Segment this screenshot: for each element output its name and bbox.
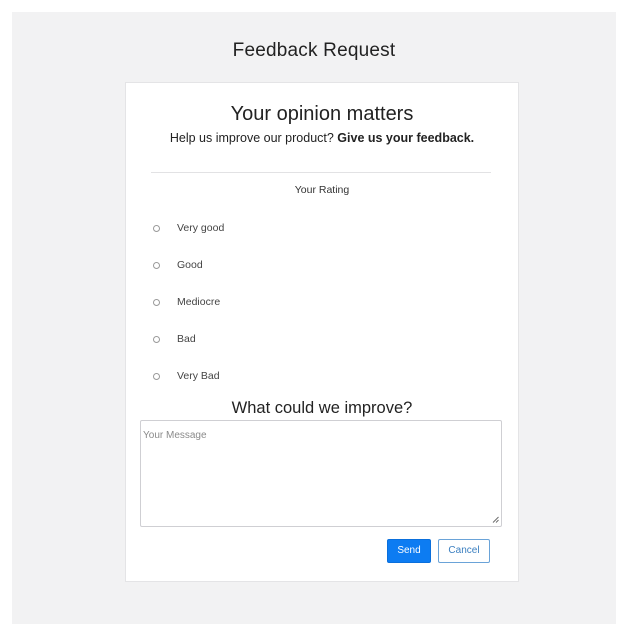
feedback-card: Your opinion matters Help us improve our… <box>125 82 519 582</box>
rating-option-label: Very good <box>177 222 225 234</box>
improve-heading: What could we improve? <box>231 399 413 417</box>
rating-option-label: Good <box>177 259 203 271</box>
subheading-bold-text: Give us your feedback. <box>337 131 475 145</box>
rating-option-good[interactable]: Good <box>153 257 203 273</box>
rating-option-label: Bad <box>177 333 196 345</box>
rating-option-very-bad[interactable]: Very Bad <box>153 368 220 384</box>
page-background: Feedback Request Your opinion matters He… <box>12 12 616 624</box>
message-textarea[interactable] <box>140 420 502 527</box>
rating-option-label: Mediocre <box>177 296 221 308</box>
rating-label: Your Rating <box>294 184 350 196</box>
card-subheading: Help us improve our product? Give us you… <box>166 131 478 146</box>
card-heading: Your opinion matters <box>230 103 414 125</box>
radio-unchecked-icon[interactable] <box>153 224 160 232</box>
rating-option-bad[interactable]: Bad <box>153 331 196 347</box>
rating-option-very-good[interactable]: Very good <box>153 220 224 236</box>
radio-unchecked-icon[interactable] <box>153 298 160 306</box>
divider <box>151 172 491 173</box>
rating-option-label: Very Bad <box>177 370 220 382</box>
radio-unchecked-icon[interactable] <box>153 372 160 380</box>
rating-option-mediocre[interactable]: Mediocre <box>153 294 220 310</box>
radio-unchecked-icon[interactable] <box>153 261 160 269</box>
radio-unchecked-icon[interactable] <box>153 335 160 343</box>
subheading-text: Help us improve our product? <box>169 131 338 145</box>
cancel-button[interactable]: Cancel <box>438 539 490 563</box>
page-title: Feedback Request <box>232 40 396 61</box>
send-button[interactable]: Send <box>387 539 431 563</box>
